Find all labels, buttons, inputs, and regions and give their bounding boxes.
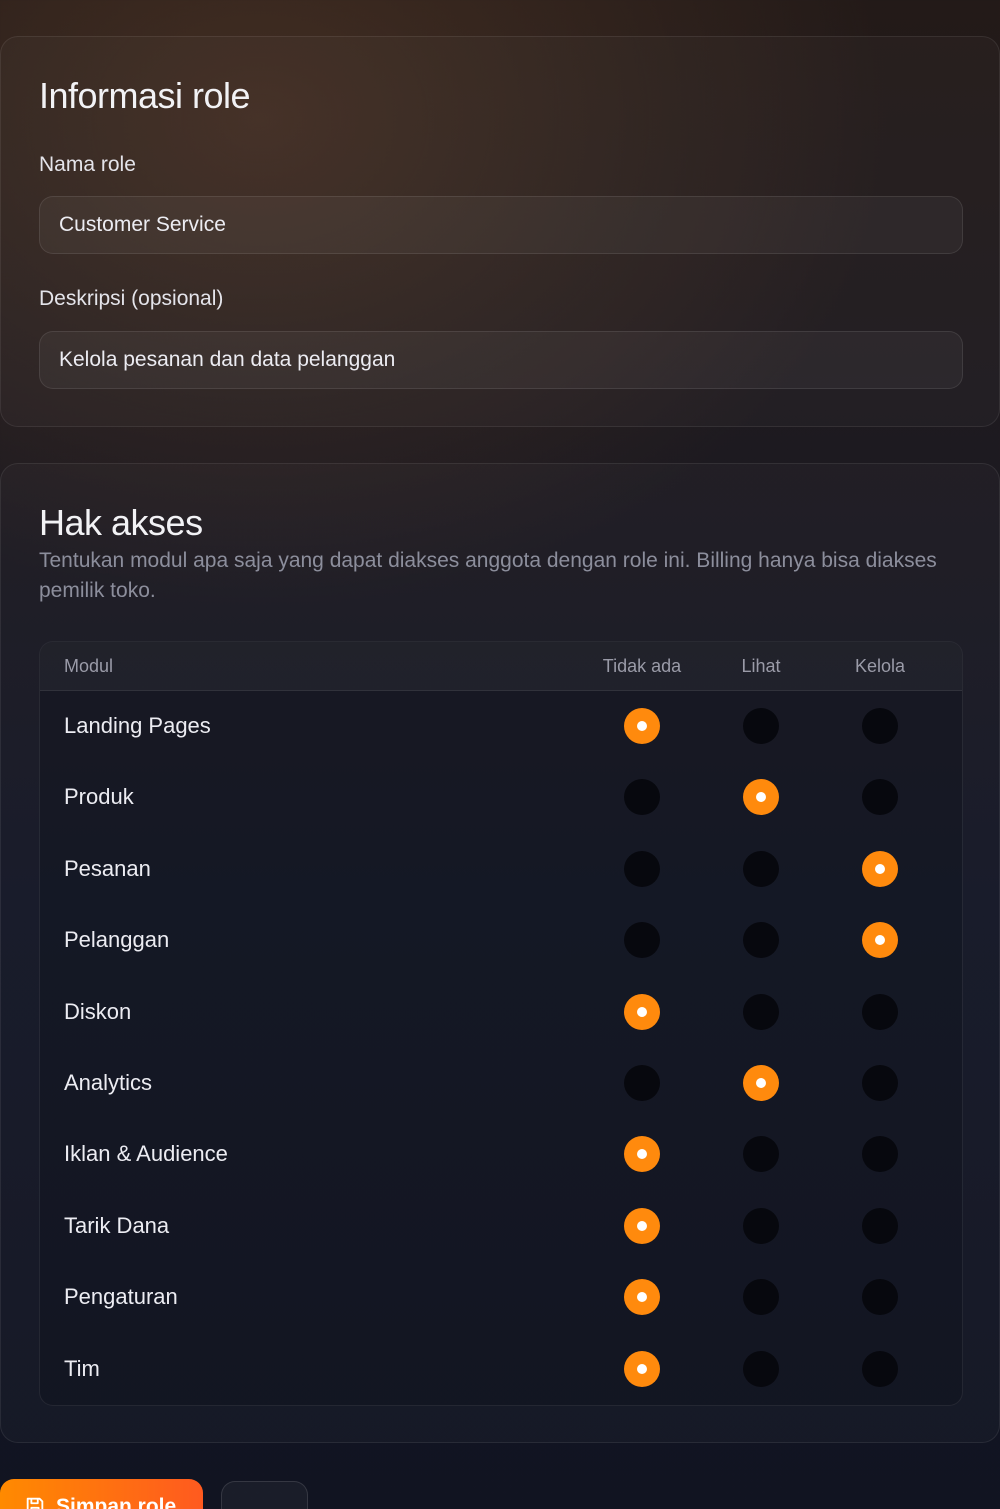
role-description-label: Deskripsi (opsional): [39, 287, 224, 310]
role-name-input[interactable]: [39, 196, 963, 254]
module-label: Tim: [64, 1355, 100, 1381]
permission-radio-manage[interactable]: [862, 922, 898, 959]
permission-radio-manage[interactable]: [862, 850, 898, 887]
module-label: Pengaturan: [64, 1284, 178, 1310]
permission-radio-none[interactable]: [624, 993, 660, 1030]
permission-radio-manage[interactable]: [862, 708, 898, 744]
table-row: Iklan & Audience: [40, 1119, 962, 1190]
permission-radio-none[interactable]: [624, 708, 660, 744]
table-row: Produk: [40, 762, 962, 833]
permission-radio-none[interactable]: [624, 922, 660, 959]
module-label: Tarik Dana: [64, 1212, 170, 1238]
module-label: Landing Pages: [64, 713, 211, 738]
table-row: Pelanggan: [40, 905, 962, 976]
column-header-module: Modul: [64, 656, 114, 676]
permission-radio-manage[interactable]: [862, 1350, 898, 1387]
module-label: Produk: [64, 784, 134, 810]
permission-radio-view[interactable]: [743, 779, 779, 816]
permission-radio-manage[interactable]: [862, 779, 898, 816]
permission-radio-none[interactable]: [624, 1279, 660, 1316]
table-row: Landing Pages: [40, 691, 962, 762]
permission-radio-manage[interactable]: [862, 993, 898, 1030]
save-role-label: Simpan role: [56, 1495, 177, 1509]
permission-radio-view[interactable]: [743, 993, 779, 1030]
permission-radio-manage[interactable]: [862, 1136, 898, 1173]
access-title: Hak akses: [39, 502, 203, 543]
module-label: Diskon: [64, 998, 132, 1024]
module-label: Pelanggan: [64, 927, 170, 953]
role-info-card: Informasi role Nama role Deskripsi (opsi…: [0, 36, 1000, 427]
module-label: Iklan & Audience: [64, 1141, 228, 1167]
permission-radio-manage[interactable]: [862, 1279, 898, 1316]
permission-radio-none[interactable]: [624, 1065, 660, 1101]
permissions-table: Modul Tidak ada Lihat Kelola Landing Pag…: [39, 641, 963, 1406]
role-info-title: Informasi role: [39, 75, 251, 116]
permission-radio-view[interactable]: [743, 1136, 779, 1173]
save-icon: [26, 1497, 44, 1509]
table-row: Analytics: [40, 1048, 962, 1119]
permission-radio-none[interactable]: [624, 1207, 660, 1244]
column-header-manage: Kelola: [854, 656, 906, 676]
permission-radio-manage[interactable]: [862, 1207, 898, 1244]
module-label: Pesanan: [64, 855, 151, 881]
cancel-button[interactable]: Batal: [221, 1481, 308, 1509]
access-subtitle: Tentukan modul apa saja yang dapat diaks…: [39, 549, 937, 602]
permission-radio-view[interactable]: [743, 1350, 779, 1387]
table-row: Diskon: [40, 977, 962, 1048]
access-card: Hak akses Tentukan modul apa saja yang d…: [0, 463, 1000, 1443]
permissions-table-header: Modul Tidak ada Lihat Kelola: [40, 642, 962, 691]
permission-radio-none[interactable]: [624, 1350, 660, 1387]
permission-radio-none[interactable]: [624, 779, 660, 816]
table-row: Pengaturan: [40, 1262, 962, 1333]
role-name-label: Nama role: [39, 153, 136, 176]
permission-radio-none[interactable]: [624, 850, 660, 887]
permission-radio-view[interactable]: [743, 1279, 779, 1316]
permission-radio-view[interactable]: [743, 850, 779, 887]
table-row: Tarik Dana: [40, 1191, 962, 1262]
permission-radio-view[interactable]: [743, 1207, 779, 1244]
permission-radio-manage[interactable]: [862, 1065, 898, 1101]
column-header-none: Tidak ada: [602, 656, 682, 676]
column-header-view: Lihat: [741, 656, 781, 676]
save-role-button[interactable]: Simpan role: [0, 1479, 203, 1509]
permission-radio-view[interactable]: [743, 922, 779, 959]
permission-radio-none[interactable]: [624, 1136, 660, 1173]
permission-radio-view[interactable]: [743, 708, 779, 744]
role-description-input[interactable]: [39, 331, 963, 389]
module-label: Analytics: [64, 1070, 153, 1095]
table-row: Pesanan: [40, 834, 962, 905]
table-row: Tim: [40, 1334, 962, 1405]
permission-radio-view[interactable]: [743, 1065, 779, 1101]
